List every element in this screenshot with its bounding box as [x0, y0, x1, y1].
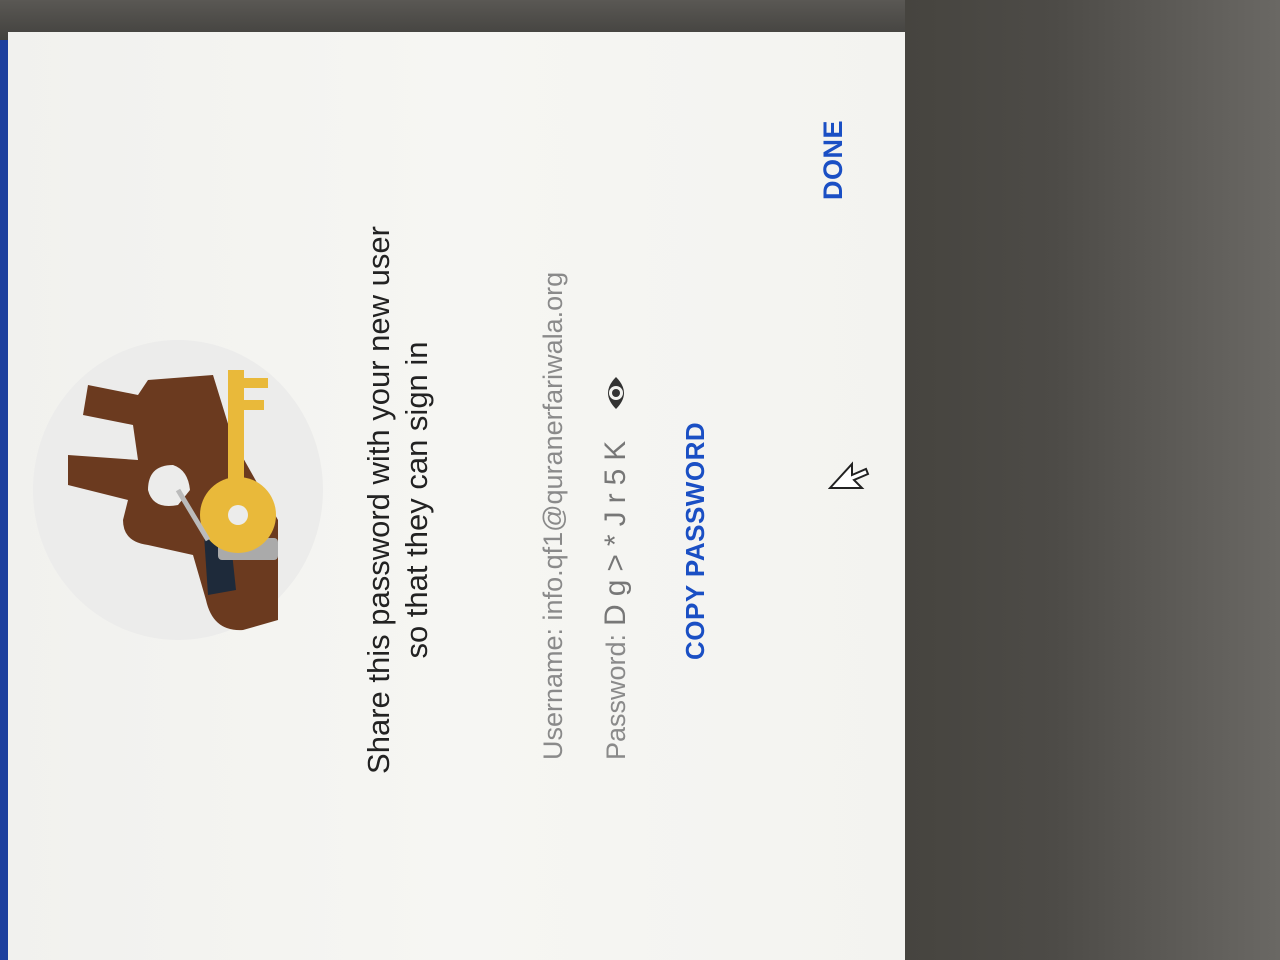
- username-value: info.qf1@quranerfariwala.org: [538, 271, 568, 621]
- share-password-dialog: Share this password with your new user s…: [8, 32, 905, 960]
- password-label: Password:: [600, 633, 631, 760]
- mouse-pointer-icon: [828, 461, 870, 489]
- done-button[interactable]: DONE: [818, 120, 849, 200]
- username-row: Username: info.qf1@quranerfariwala.org: [538, 272, 569, 760]
- password-row: Password: Dg>*Jr5K: [598, 375, 634, 760]
- copy-password-button[interactable]: COPY PASSWORD: [680, 422, 711, 660]
- message-line-1: Share this password with your new user: [361, 226, 396, 774]
- message-line-2: so that they can sign in: [399, 341, 434, 659]
- hand-holding-key-illustration: [33, 340, 323, 640]
- eye-icon[interactable]: [598, 375, 634, 411]
- monitor-bezel-right: [905, 0, 1280, 960]
- screen: Share this password with your new user s…: [8, 32, 905, 960]
- share-password-message: Share this password with your new user s…: [360, 200, 436, 800]
- username-label: Username:: [538, 627, 568, 760]
- password-value: Dg>*Jr5K: [599, 432, 632, 626]
